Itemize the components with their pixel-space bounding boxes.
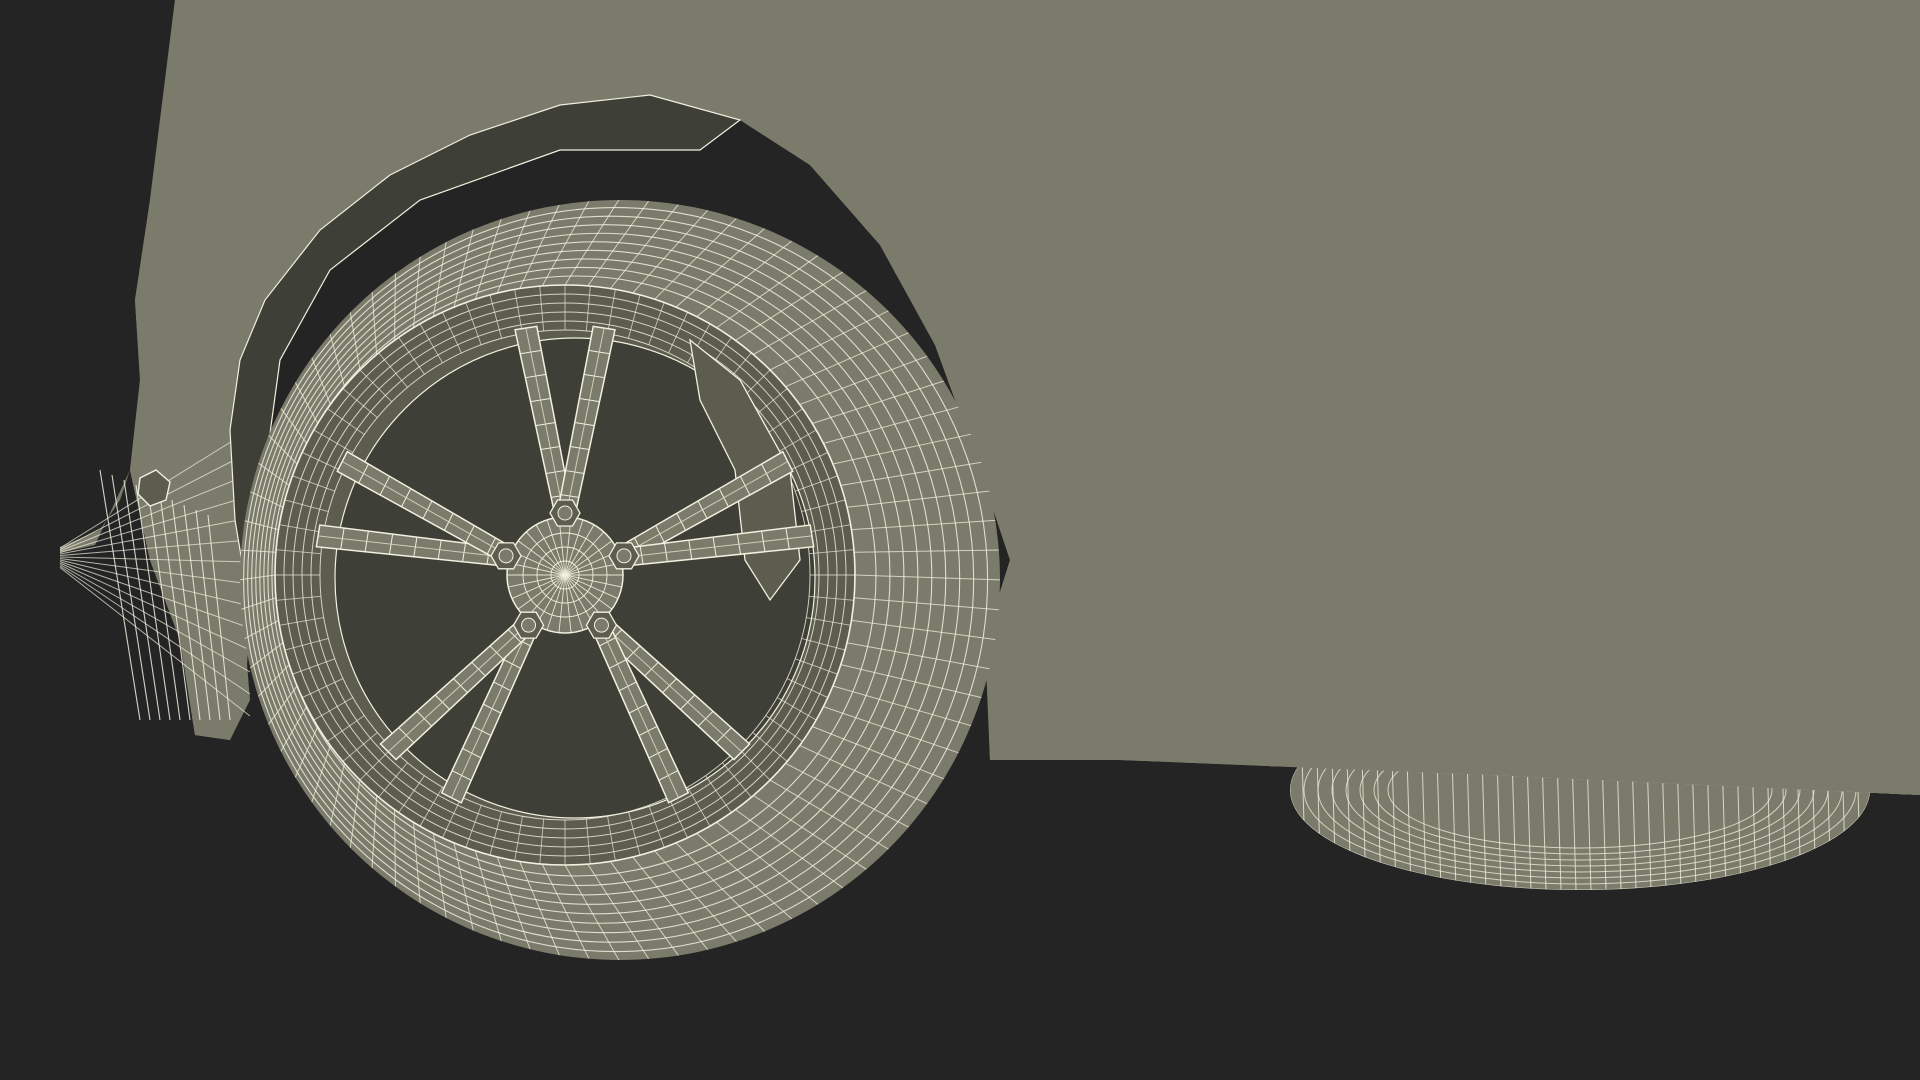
lug-nut [585, 611, 618, 639]
wireframe-render [59, 0, 1920, 960]
lug-nut [608, 542, 640, 570]
lug-nut [549, 499, 581, 527]
lug-nut [512, 611, 545, 639]
lug-nut [490, 542, 522, 570]
3d-viewport[interactable] [0, 0, 1920, 1080]
